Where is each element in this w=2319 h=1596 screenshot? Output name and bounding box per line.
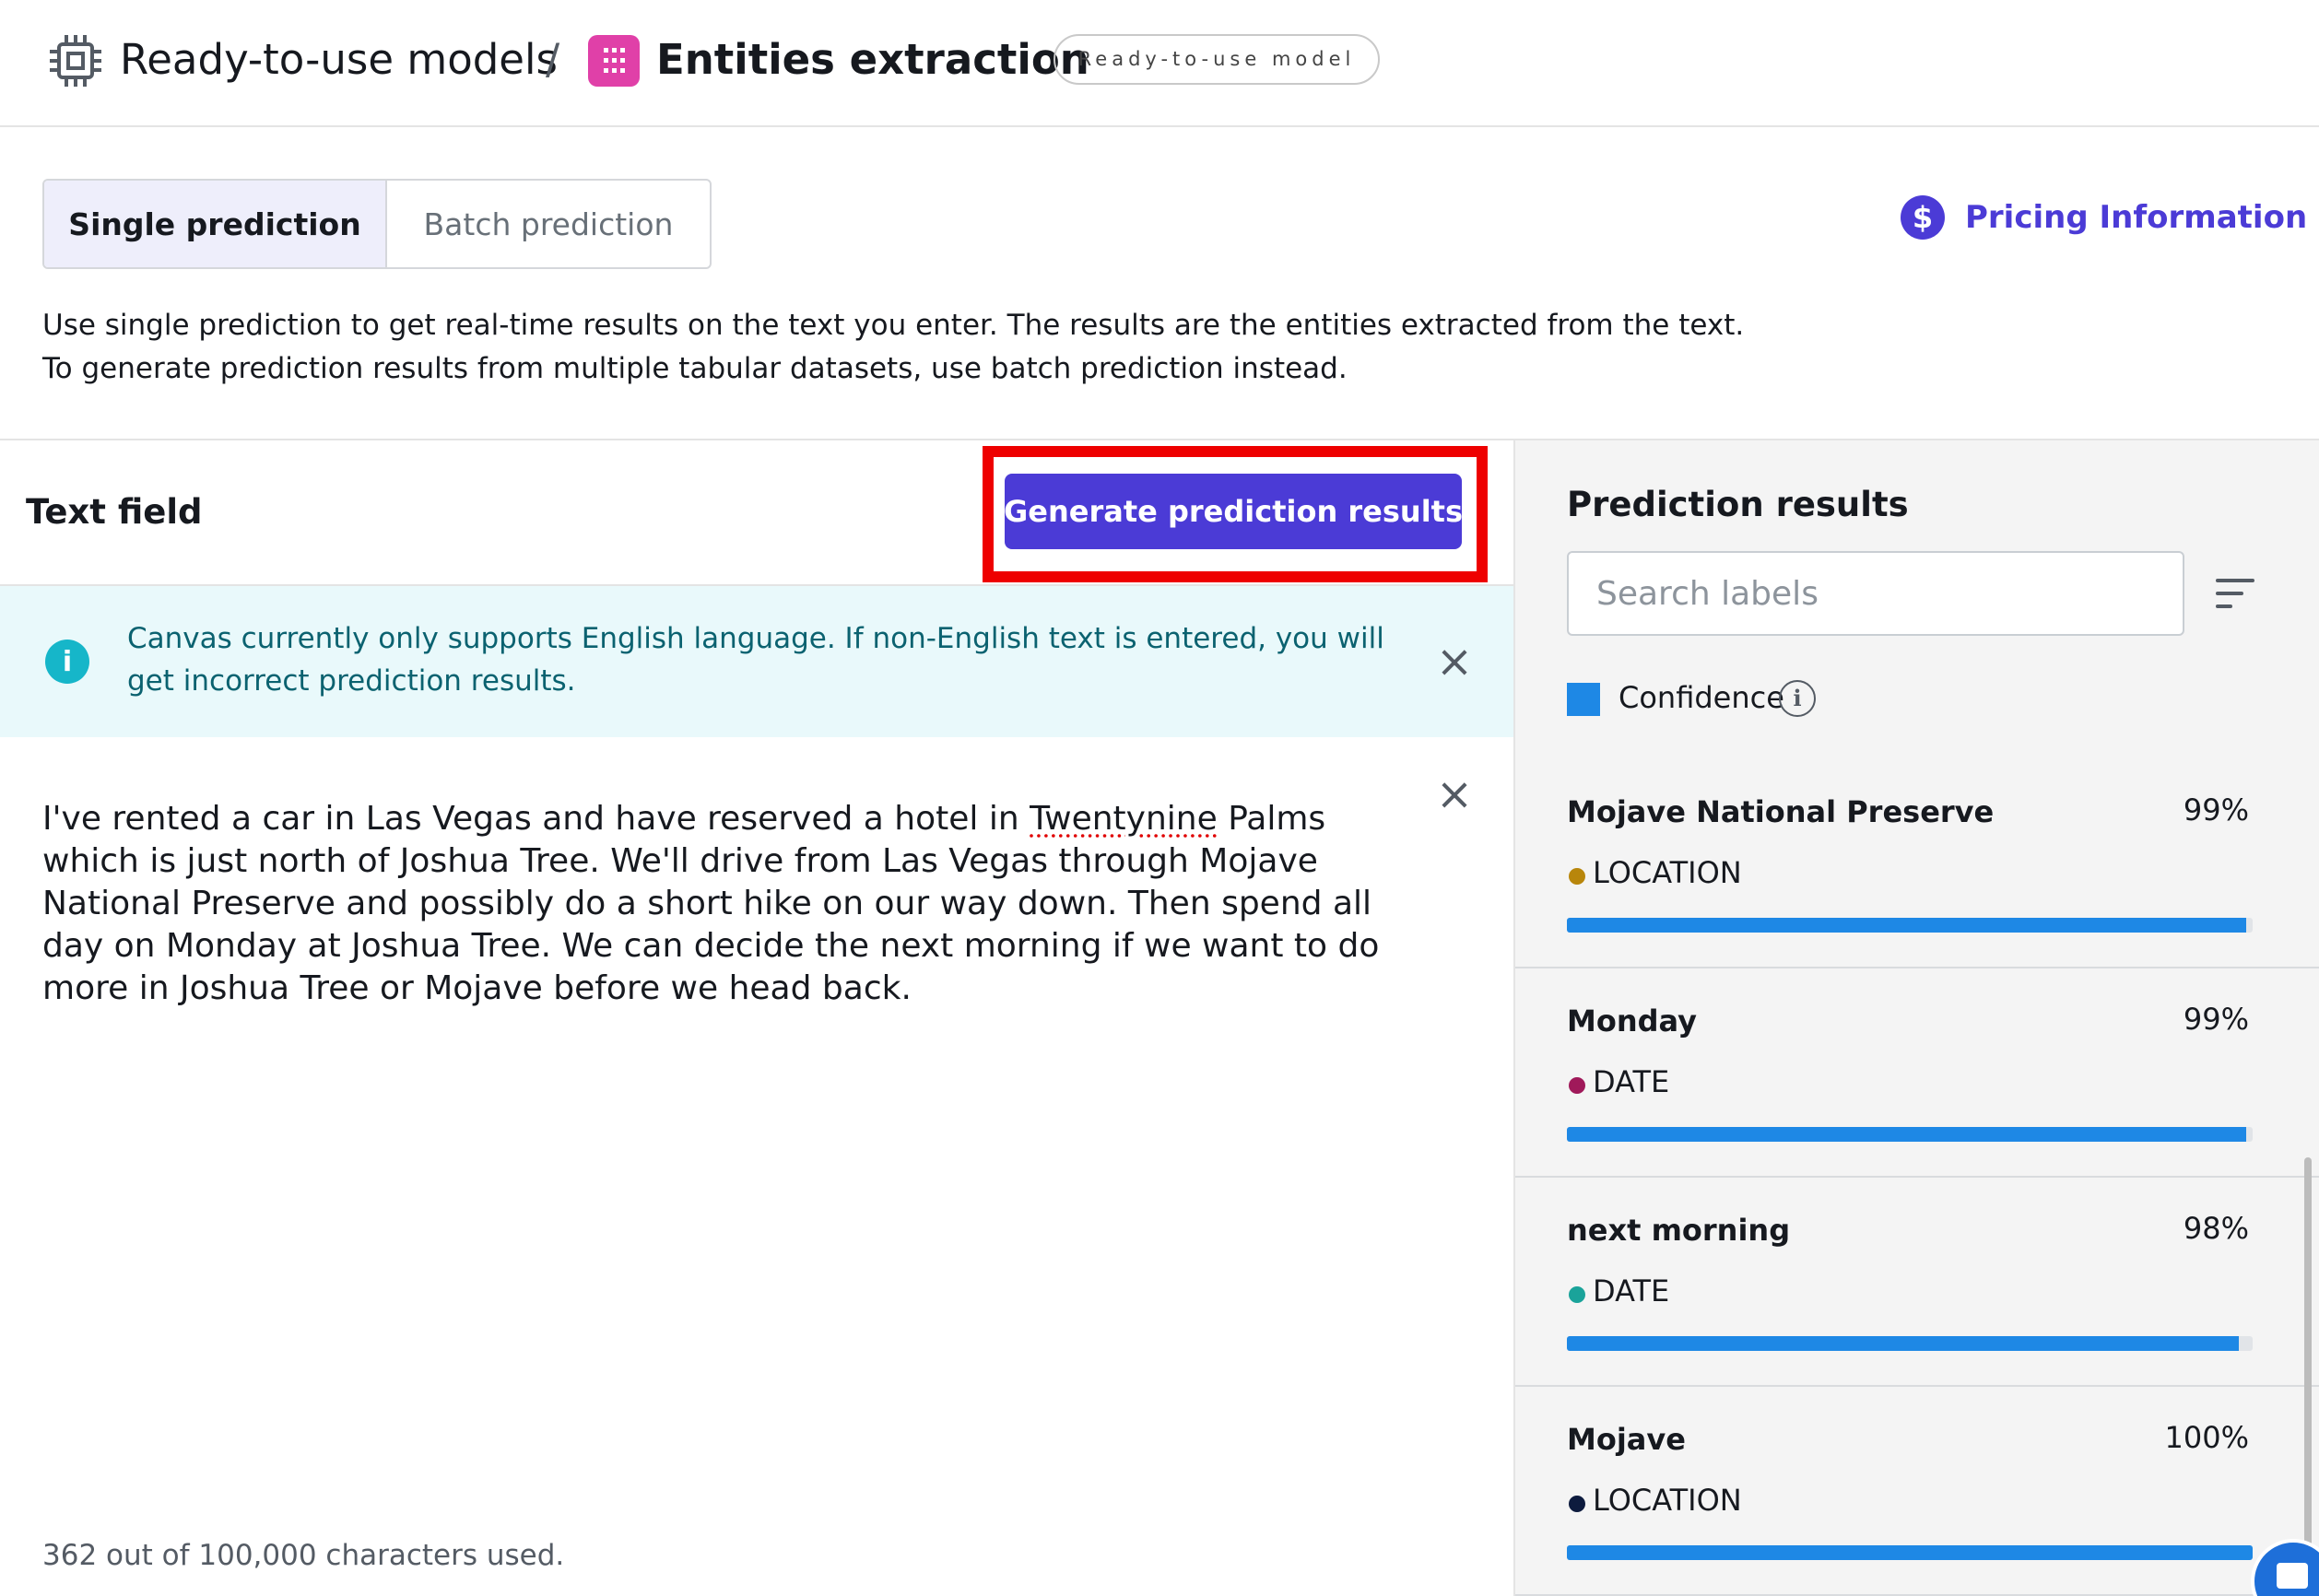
prediction-mode-tabs: Single prediction Batch prediction xyxy=(42,179,712,269)
search-labels-input[interactable] xyxy=(1567,551,2184,636)
entity-type: DATE xyxy=(1593,1273,1670,1308)
result-card: Mojave 100% LOCATION xyxy=(1515,1387,2319,1596)
confidence-bar-fill xyxy=(1567,918,2246,933)
confidence-value: 99% xyxy=(2183,1002,2249,1037)
entity-name: Mojave xyxy=(1567,1422,1686,1457)
entity-type: DATE xyxy=(1593,1064,1670,1099)
confidence-value: 100% xyxy=(2164,1420,2249,1455)
entity-type-dot xyxy=(1569,1496,1585,1512)
confidence-bar-fill xyxy=(1567,1127,2246,1142)
confidence-bar-fill xyxy=(1567,1545,2253,1560)
text-input-area[interactable]: I've rented a car in Las Vegas and have … xyxy=(42,798,1425,1010)
breadcrumb-separator: / xyxy=(546,35,560,84)
pricing-information-link[interactable]: $ Pricing Information xyxy=(1901,194,2307,241)
entities-extraction-icon xyxy=(588,35,640,87)
model-type-badge: Ready-to-use model xyxy=(1054,34,1380,85)
confidence-legend-swatch xyxy=(1567,683,1600,716)
entity-type: LOCATION xyxy=(1593,855,1742,890)
language-info-banner: i Canvas currently only supports English… xyxy=(0,586,1513,737)
entity-type: LOCATION xyxy=(1593,1483,1742,1518)
text-field-title: Text field xyxy=(26,492,203,532)
entity-name: next morning xyxy=(1567,1213,1791,1248)
page-title: Entities extraction xyxy=(656,35,1089,84)
chat-icon xyxy=(2277,1563,2308,1589)
dismiss-banner-close-icon[interactable]: × xyxy=(1434,640,1475,684)
prediction-results-list: Mojave National Preserve 99% LOCATION Mo… xyxy=(1515,759,2319,1596)
breadcrumb-ready-to-use-models[interactable]: Ready-to-use models xyxy=(120,35,558,84)
text-segment-start: I've rented a car in Las Vegas and have … xyxy=(42,800,1030,838)
confidence-legend-label: Confidence xyxy=(1619,680,1784,715)
tab-single-prediction[interactable]: Single prediction xyxy=(44,181,387,267)
character-count: 362 out of 100,000 characters used. xyxy=(42,1539,565,1572)
confidence-value: 99% xyxy=(2183,792,2249,827)
result-card: Monday 99% DATE xyxy=(1515,968,2319,1178)
result-card: next morning 98% DATE xyxy=(1515,1178,2319,1387)
result-card: Mojave National Preserve 99% LOCATION xyxy=(1515,759,2319,968)
text-field-panel: Text field Generate prediction results i… xyxy=(0,440,1513,1596)
entity-name: Monday xyxy=(1567,1003,1697,1039)
sort-filter-icon[interactable] xyxy=(2214,575,2256,612)
description-line-1: Use single prediction to get real-time r… xyxy=(42,309,1745,342)
confidence-bar xyxy=(1567,1127,2253,1142)
chip-icon xyxy=(50,35,101,87)
prediction-results-panel: Prediction results Confidence i Mojave N… xyxy=(1513,440,2319,1596)
confidence-info-icon[interactable]: i xyxy=(1779,680,1816,717)
pricing-information-label: Pricing Information xyxy=(1965,199,2308,236)
dollar-icon: $ xyxy=(1901,195,1945,240)
misspelled-word: Twentynine xyxy=(1030,800,1218,838)
confidence-bar xyxy=(1567,1336,2253,1351)
clear-text-close-icon[interactable]: × xyxy=(1434,772,1475,816)
entity-name: Mojave National Preserve xyxy=(1567,794,1995,829)
page-description: Use single prediction to get real-time r… xyxy=(42,304,1744,391)
confidence-bar xyxy=(1567,918,2253,933)
confidence-value: 98% xyxy=(2183,1211,2249,1246)
entity-type-dot xyxy=(1569,868,1585,885)
tab-batch-prediction[interactable]: Batch prediction xyxy=(387,181,710,267)
results-scrollbar[interactable] xyxy=(2304,1157,2312,1596)
description-line-2: To generate prediction results from mult… xyxy=(42,352,1348,385)
generate-prediction-results-button[interactable]: Generate prediction results xyxy=(1004,474,1463,549)
confidence-bar xyxy=(1567,1545,2253,1560)
entity-type-dot xyxy=(1569,1077,1585,1094)
entity-type-dot xyxy=(1569,1286,1585,1303)
prediction-results-title: Prediction results xyxy=(1567,485,1909,524)
confidence-bar-fill xyxy=(1567,1336,2240,1351)
info-icon: i xyxy=(45,640,89,684)
page-header: Ready-to-use models / Entities extractio… xyxy=(0,0,2319,127)
info-message: Canvas currently only supports English l… xyxy=(127,622,1384,698)
